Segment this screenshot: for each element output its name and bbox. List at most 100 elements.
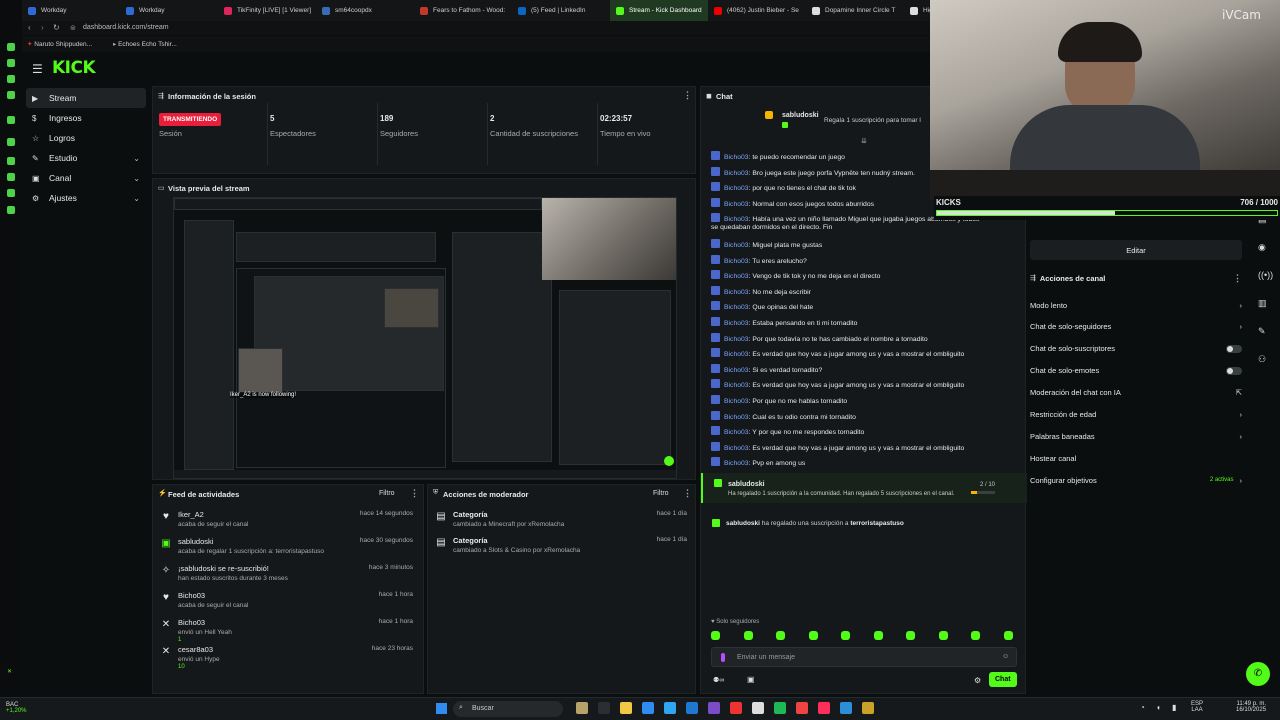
chat-message[interactable]: Bicho03: Si es verdad tornadito? xyxy=(711,363,822,374)
chat-message[interactable]: Bicho03: Y por que no me respondes torna… xyxy=(711,426,864,436)
hamburger-menu-icon[interactable]: ☰ xyxy=(32,62,43,76)
sidebar-item-ajustes[interactable]: ⚙ Ajustes ⌄ xyxy=(26,188,146,208)
chat-username[interactable]: Bicho03 xyxy=(724,382,749,389)
chat-username[interactable]: Bicho03 xyxy=(724,367,749,374)
channel-action-8[interactable]: Configurar objetivos 2 activas › xyxy=(1030,472,1242,488)
taskbar-app-icon[interactable] xyxy=(620,702,632,714)
chat-username[interactable]: Bicho03 xyxy=(724,201,749,208)
browser-tab[interactable]: Fears to Fathom - Wood: xyxy=(414,0,512,21)
taskbar-app-icon[interactable] xyxy=(840,702,852,714)
browser-tab[interactable]: Stream - Kick Dashboard xyxy=(610,0,708,21)
chat-message[interactable]: Bicho03: Tu eres arelucho? xyxy=(711,254,807,265)
sidebar-app-icon[interactable] xyxy=(7,157,15,165)
filter-button[interactable]: Filtro xyxy=(653,490,669,497)
users-icon[interactable]: ⚇ xyxy=(1258,354,1266,365)
back-icon[interactable]: ‹ xyxy=(28,23,31,32)
url-text[interactable]: dashboard.kick.com/stream xyxy=(83,24,169,31)
channel-action-2[interactable]: Chat de solo-suscriptores xyxy=(1030,341,1242,357)
taskbar-app-icon[interactable] xyxy=(862,702,874,714)
channel-action-1[interactable]: Chat de solo-seguidores › xyxy=(1030,319,1242,335)
activity-item[interactable]: ♥ Bicho03 acaba de seguir el canal hace 1 h… xyxy=(153,588,423,614)
forward-icon[interactable]: › xyxy=(41,23,44,32)
chat-message[interactable]: Bicho03: te puedo recomendar un juego xyxy=(711,151,845,161)
taskbar-app-icon[interactable] xyxy=(730,702,742,714)
chat-message[interactable]: Bicho03: Bro juega este juego porfa Vypn… xyxy=(711,166,915,177)
taskbar-app-icon[interactable] xyxy=(774,702,786,714)
sidebar-more-icon[interactable]: ✕ xyxy=(7,668,12,675)
sidebar-app-icon[interactable] xyxy=(7,138,15,146)
chat-message[interactable]: Bicho03: Miguel plata me gustas xyxy=(711,239,822,249)
activity-item[interactable]: ▣ sabludoski acaba de regalar 1 suscripció… xyxy=(153,534,423,560)
chat-username[interactable]: Bicho03 xyxy=(724,320,749,327)
channel-action-4[interactable]: Moderación del chat con IA ⇱ xyxy=(1030,385,1242,401)
start-icon[interactable] xyxy=(436,703,447,714)
chat-message[interactable]: Bicho03: por que no tienes el chat de ti… xyxy=(711,182,856,192)
emoji-icon[interactable]: ☺ xyxy=(1002,653,1009,660)
language-indicator[interactable]: ESP LAA xyxy=(1191,701,1203,713)
chat-username[interactable]: Bicho03 xyxy=(724,154,749,161)
sidebar-item-canal[interactable]: ▣ Canal ⌄ xyxy=(26,168,146,188)
sidebar-item-stream[interactable]: ▶ Stream xyxy=(26,88,146,108)
activity-item[interactable]: ✕ cesar8a03 envió un Hype hace 23 horas 10 xyxy=(153,642,423,670)
support-chat-button[interactable]: ✆ xyxy=(1246,662,1270,686)
emote-icon[interactable] xyxy=(906,631,915,640)
browser-tab[interactable]: Workday xyxy=(22,0,120,21)
browser-tab[interactable]: (5) Feed | LinkedIn xyxy=(512,0,610,21)
taskbar-app-icon[interactable] xyxy=(752,702,764,714)
emote-icon[interactable] xyxy=(776,631,785,640)
more-options-icon[interactable]: ⋮ xyxy=(410,488,419,499)
browser-tab[interactable]: sm64coopdx xyxy=(316,0,414,21)
browser-tab[interactable]: (4062) Justin Bieber - Se xyxy=(708,0,806,21)
browser-tab[interactable]: Dopamine Inner Circle T xyxy=(806,0,904,21)
channel-action-3[interactable]: Chat de solo-emotes xyxy=(1030,363,1242,379)
browser-tab[interactable]: Workday xyxy=(120,0,218,21)
layout-icon[interactable]: ▥ xyxy=(1258,298,1267,309)
chat-username[interactable]: Bicho03 xyxy=(724,170,749,177)
emote-icon[interactable] xyxy=(711,631,720,640)
sidebar-app-icon[interactable] xyxy=(7,173,15,181)
taskbar-app-icon[interactable] xyxy=(598,702,610,714)
chat-message[interactable]: Bicho03: Vengo de tik tok y no me deja e… xyxy=(711,270,880,280)
sidebar-item-estudio[interactable]: ✎ Estudio ⌄ xyxy=(26,148,146,168)
sidebar-app-icon[interactable] xyxy=(7,75,15,83)
chat-username[interactable]: Bicho03 xyxy=(724,398,749,405)
emote-icon[interactable] xyxy=(1003,631,1013,640)
taskbar-search[interactable]: ⌕ Buscar xyxy=(453,701,563,717)
activity-item[interactable]: ✕ Bicho03 envió un Hell Yeah hace 1 hora 1 xyxy=(153,615,423,643)
taskbar-app-icon[interactable] xyxy=(686,702,698,714)
sidebar-item-logros[interactable]: ☆ Logros xyxy=(26,128,146,148)
more-options-icon[interactable]: ⋮ xyxy=(683,90,692,101)
filter-button[interactable]: Filtro xyxy=(379,490,395,497)
chat-message[interactable]: Bicho03: Estaba pensando en ti mi tornad… xyxy=(711,317,857,327)
chat-message[interactable]: Bicho03: Por que no me hablas tornadito xyxy=(711,395,847,405)
emote-icon[interactable] xyxy=(743,631,753,640)
chat-message[interactable]: Bicho03: Es verdad que hoy vas a jugar a… xyxy=(711,348,964,358)
taskbar-app-icon[interactable] xyxy=(642,702,654,714)
taskbar-app-icon[interactable] xyxy=(708,702,720,714)
taskbar-app-icon[interactable] xyxy=(576,702,588,714)
stock-widget[interactable]: BAC +1,20% xyxy=(6,702,27,714)
taskbar-app-icon[interactable] xyxy=(664,702,676,714)
emote-icon[interactable] xyxy=(873,631,883,640)
activity-item[interactable]: ✧ ¡sabludoski se re-suscribió! han estado … xyxy=(153,561,423,587)
emote-icon[interactable] xyxy=(971,631,980,640)
gift2-user[interactable]: sabludoski xyxy=(726,520,760,527)
sidebar-app-icon[interactable] xyxy=(7,116,15,124)
chat-username[interactable]: Bicho03 xyxy=(724,445,749,452)
chat-message[interactable]: Bicho03: Pvp en among us xyxy=(711,457,805,467)
sidebar-item-ingresos[interactable]: $ Ingresos xyxy=(26,108,146,128)
pause-scroll-icon[interactable]: ⇊ xyxy=(861,137,867,145)
reload-icon[interactable]: ↻ xyxy=(53,23,60,32)
chat-users-icon[interactable]: ⚉∞ xyxy=(713,676,724,684)
bookmark-item[interactable]: ✦ Naruto Shippuden... xyxy=(27,40,92,48)
mod-action-item[interactable]: ▤ Categoría cambiado a Minecraft por xRemo… xyxy=(428,507,697,533)
taskbar-app-icon[interactable] xyxy=(796,702,808,714)
chat-message[interactable]: Bicho03: Cual es tu odio contra mi torna… xyxy=(711,410,856,421)
sidebar-app-icon[interactable] xyxy=(7,59,15,67)
sidebar-app-icon[interactable] xyxy=(7,189,15,197)
chat-icon[interactable]: ◉ xyxy=(1258,242,1266,253)
sidebar-app-icon[interactable] xyxy=(7,43,15,51)
toggle-switch[interactable] xyxy=(1226,366,1242,375)
taskbar-app-icon[interactable] xyxy=(818,702,830,714)
chat-username[interactable]: Bicho03 xyxy=(724,273,749,280)
